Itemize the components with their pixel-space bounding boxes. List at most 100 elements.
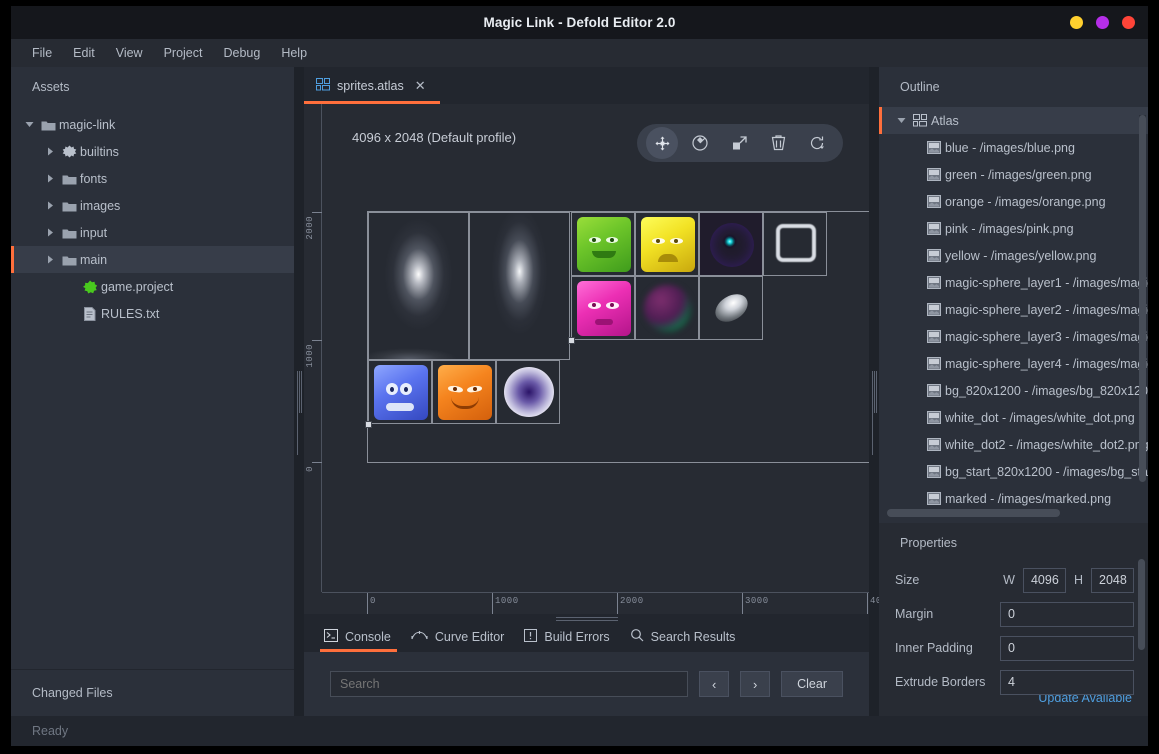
- console-toolbar: ‹ › Clear: [304, 652, 869, 716]
- sprite-green[interactable]: [571, 212, 635, 276]
- tab-build-errors[interactable]: Build Errors: [520, 621, 625, 652]
- sprite-bg_start_820x1200[interactable]: [469, 212, 570, 360]
- twisty-icon[interactable]: [42, 255, 58, 264]
- assets-item-builtins[interactable]: builtins: [11, 138, 294, 165]
- close-button[interactable]: [1122, 16, 1135, 29]
- outline-item-label: green - /images/green.png: [945, 168, 1092, 182]
- twisty-icon[interactable]: [42, 147, 58, 156]
- tab-sprites-atlas[interactable]: sprites.atlas ✕: [304, 67, 440, 104]
- tab-console[interactable]: Console: [320, 621, 407, 652]
- size-height-input[interactable]: 2048: [1091, 568, 1134, 593]
- sprite-white_dot[interactable]: [496, 360, 560, 424]
- outline-item[interactable]: pink - /images/pink.png: [879, 215, 1148, 242]
- outline-item[interactable]: marked - /images/marked.png: [879, 485, 1148, 512]
- reload-tool[interactable]: [800, 128, 834, 158]
- twisty-icon[interactable]: [21, 120, 37, 129]
- image-icon: [923, 465, 945, 478]
- changed-files-panel[interactable]: Changed Files: [11, 669, 294, 716]
- menu-view[interactable]: View: [116, 46, 143, 60]
- sprite-marked[interactable]: [763, 212, 827, 276]
- outline-item[interactable]: white_dot2 - /images/white_dot2.png: [879, 431, 1148, 458]
- minimize-button[interactable]: [1070, 16, 1083, 29]
- console-search-input[interactable]: [330, 671, 688, 697]
- outline-item[interactable]: yellow - /images/yellow.png: [879, 242, 1148, 269]
- outline-item-label: white_dot2 - /images/white_dot2.png: [945, 438, 1148, 452]
- move-tool[interactable]: [646, 127, 678, 159]
- assets-item-images[interactable]: images: [11, 192, 294, 219]
- outline-list[interactable]: Atlasblue - /images/blue.png green - /ima…: [879, 107, 1148, 523]
- tab-close-icon[interactable]: ✕: [415, 78, 426, 94]
- scale-tool[interactable]: [722, 128, 756, 158]
- menu-project[interactable]: Project: [164, 46, 203, 60]
- twisty-icon[interactable]: [893, 116, 909, 125]
- search-prev-button[interactable]: ‹: [699, 671, 729, 697]
- sprite-orange[interactable]: [432, 360, 496, 424]
- twisty-icon[interactable]: [42, 174, 58, 183]
- atlas-canvas[interactable]: 4096 x 2048 (Default profile): [322, 104, 869, 592]
- sprite-yellow[interactable]: [635, 212, 699, 276]
- outline-item-label: marked - /images/marked.png: [945, 492, 1111, 506]
- axis-label-h: H: [1074, 573, 1083, 587]
- selection-handle-bottom[interactable]: [365, 421, 372, 428]
- size-width-input[interactable]: 4096: [1023, 568, 1066, 593]
- title-bar: Magic Link - Defold Editor 2.0: [11, 6, 1148, 39]
- menu-help[interactable]: Help: [281, 46, 307, 60]
- gameproject-icon: [79, 280, 101, 294]
- image-icon: [923, 222, 945, 235]
- menu-debug[interactable]: Debug: [223, 46, 260, 60]
- outline-item[interactable]: white_dot - /images/white_dot.png: [879, 404, 1148, 431]
- atlas-viewport[interactable]: 2000 1000 0 4096 x 2048 (Default profile…: [304, 104, 869, 614]
- ruler-y-label-0: 0: [305, 466, 315, 472]
- twisty-icon[interactable]: [42, 201, 58, 210]
- outline-item[interactable]: magic-sphere_layer1 - /images/magic-sphe…: [879, 269, 1148, 296]
- menu-bar: File Edit View Project Debug Help: [11, 39, 1148, 67]
- tab-curve-editor[interactable]: Curve Editor: [407, 621, 520, 652]
- assets-item-input[interactable]: input: [11, 219, 294, 246]
- assets-item-magic-link[interactable]: magic-link: [11, 111, 294, 138]
- assets-item-rules-txt[interactable]: RULES.txt: [11, 300, 294, 327]
- margin-input[interactable]: 0: [1000, 602, 1134, 627]
- sprite-magic-sphere_layer1[interactable]: [699, 212, 763, 276]
- properties-scrollbar[interactable]: [1138, 559, 1145, 650]
- twisty-icon[interactable]: [42, 228, 58, 237]
- assets-item-main[interactable]: main: [11, 246, 294, 273]
- maximize-button[interactable]: [1096, 16, 1109, 29]
- outline-item[interactable]: green - /images/green.png: [879, 161, 1148, 188]
- selection-handle-top[interactable]: [568, 337, 575, 344]
- outline-item[interactable]: magic-sphere_layer3 - /images/magic-sphe…: [879, 323, 1148, 350]
- outline-item-label: pink - /images/pink.png: [945, 222, 1074, 236]
- search-next-button[interactable]: ›: [740, 671, 770, 697]
- menu-file[interactable]: File: [32, 46, 52, 60]
- menu-edit[interactable]: Edit: [73, 46, 95, 60]
- sprite-pink[interactable]: [571, 276, 635, 340]
- outline-item[interactable]: bg_start_820x1200 - /images/bg_start_820…: [879, 458, 1148, 485]
- outline-panel: Outline Atlasblue - /images/blue.pnggree…: [879, 67, 1148, 523]
- right-splitter[interactable]: [869, 67, 879, 716]
- assets-item-game-project[interactable]: game.project: [11, 273, 294, 300]
- outline-root-atlas[interactable]: Atlas: [879, 107, 1148, 134]
- inner-padding-input[interactable]: 0: [1000, 636, 1134, 661]
- folder-icon: [37, 119, 59, 131]
- outline-hscrollbar[interactable]: [887, 509, 1134, 517]
- dock-splitter[interactable]: [304, 614, 869, 621]
- assets-tree[interactable]: magic-linkbuiltinsfontsimagesinputmainga…: [11, 107, 294, 669]
- outline-item[interactable]: orange - /images/orange.png: [879, 188, 1148, 215]
- status-bar: Ready: [11, 716, 1148, 746]
- outline-item[interactable]: magic-sphere_layer4 - /images/magic-sphe…: [879, 350, 1148, 377]
- assets-item-fonts[interactable]: fonts: [11, 165, 294, 192]
- extrude-borders-input[interactable]: 4: [1000, 670, 1134, 695]
- sprite-bg_820x1200[interactable]: [368, 212, 469, 360]
- sprite-magic-sphere_layer3[interactable]: [699, 276, 763, 340]
- console-clear-button[interactable]: Clear: [781, 671, 843, 697]
- outline-item[interactable]: magic-sphere_layer2 - /images/magic-sphe…: [879, 296, 1148, 323]
- outline-item[interactable]: blue - /images/blue.png: [879, 134, 1148, 161]
- outline-vscrollbar[interactable]: [1139, 115, 1146, 497]
- tab-search-results[interactable]: Search Results: [626, 621, 752, 652]
- left-splitter[interactable]: [294, 67, 304, 716]
- sprite-blue[interactable]: [368, 360, 432, 424]
- sprite-magic-sphere_layer2[interactable]: [635, 276, 699, 340]
- image-icon: [923, 195, 945, 208]
- delete-tool[interactable]: [761, 128, 795, 158]
- outline-item[interactable]: bg_820x1200 - /images/bg_820x1200.png: [879, 377, 1148, 404]
- rotate-tool[interactable]: [683, 128, 717, 158]
